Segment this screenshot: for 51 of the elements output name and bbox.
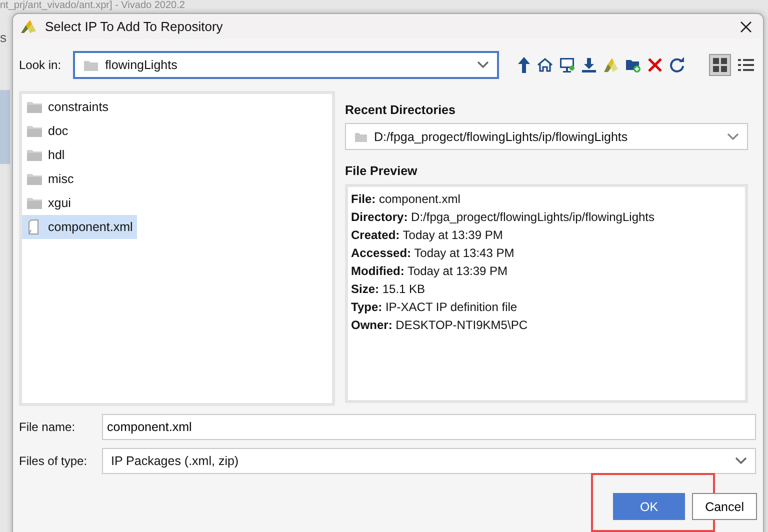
- logo-icon: [19, 18, 37, 34]
- delete-icon[interactable]: [647, 57, 663, 73]
- grid-view-button[interactable]: [709, 54, 731, 76]
- chevron-down-icon: [477, 61, 489, 69]
- preview-line: Directory: D:/fpga_progect/flowingLights/ip/flowingLights: [351, 209, 656, 226]
- recent-directories-dropdown[interactable]: D:/fpga_progect/flowingLights/ip/flowingLights: [345, 123, 748, 150]
- dialog-title: Select IP To Add To Repository: [45, 19, 224, 34]
- file-name-field[interactable]: component.xml: [102, 414, 756, 440]
- list-icon: [738, 58, 754, 72]
- folder-icon: [83, 58, 100, 72]
- preview-line: Size: 15.1 KB: [351, 281, 426, 298]
- folder-icon: [26, 148, 43, 162]
- recent-directories-label: Recent Directories: [345, 103, 456, 119]
- preview-line: Owner: DESKTOP-NTI9KM5\PC: [351, 317, 528, 334]
- folder-icon: [354, 130, 368, 142]
- grid-icon: [712, 57, 728, 73]
- close-icon[interactable]: [739, 20, 753, 34]
- file-type-dropdown[interactable]: IP Packages (.xml, zip): [102, 448, 756, 474]
- refresh-icon[interactable]: [669, 57, 685, 73]
- folder-icon: [26, 100, 43, 114]
- file-name-label: File name:: [19, 420, 76, 434]
- chevron-down-icon: [735, 457, 747, 465]
- window-title: nt_prj/ant_vivado/ant.xpr] - Vivado 2020.2: [0, 0, 185, 12]
- folder-item[interactable]: misc: [22, 167, 78, 191]
- download-icon[interactable]: [581, 57, 597, 73]
- folder-icon: [26, 124, 43, 138]
- side-text: s: [0, 30, 6, 45]
- home-icon[interactable]: [537, 57, 553, 73]
- file-type-label: Files of type:: [19, 454, 88, 468]
- preview-line: Type: IP-XACT IP definition file: [351, 299, 518, 316]
- folder-icon: [26, 196, 43, 210]
- preview-line: Accessed: Today at 13:43 PM: [351, 245, 516, 262]
- look-in-label: Look in:: [19, 58, 62, 72]
- folder-item[interactable]: hdl: [22, 143, 69, 167]
- preview-line: Created: Today at 13:39 PM: [351, 227, 504, 244]
- up-arrow-icon[interactable]: [517, 56, 531, 74]
- monitor-icon[interactable]: [559, 57, 575, 73]
- folder-item[interactable]: xgui: [22, 191, 75, 215]
- folder-item[interactable]: constraints: [22, 95, 112, 119]
- look-in-dropdown[interactable]: flowingLights: [73, 51, 499, 79]
- preview-line: File: component.xml: [351, 191, 462, 208]
- logo-icon[interactable]: [603, 57, 619, 73]
- cancel-button[interactable]: Cancel: [692, 493, 757, 520]
- preview-line: Modified: Today at 13:39 PM: [351, 263, 509, 280]
- chevron-down-icon: [727, 132, 739, 140]
- file-item[interactable]: component.xml: [22, 215, 137, 239]
- ok-button[interactable]: OK: [613, 493, 686, 520]
- folder-item[interactable]: doc: [22, 119, 72, 143]
- new-folder-icon[interactable]: [625, 57, 641, 73]
- file-preview-label: File Preview: [345, 164, 418, 180]
- folder-icon: [26, 172, 43, 186]
